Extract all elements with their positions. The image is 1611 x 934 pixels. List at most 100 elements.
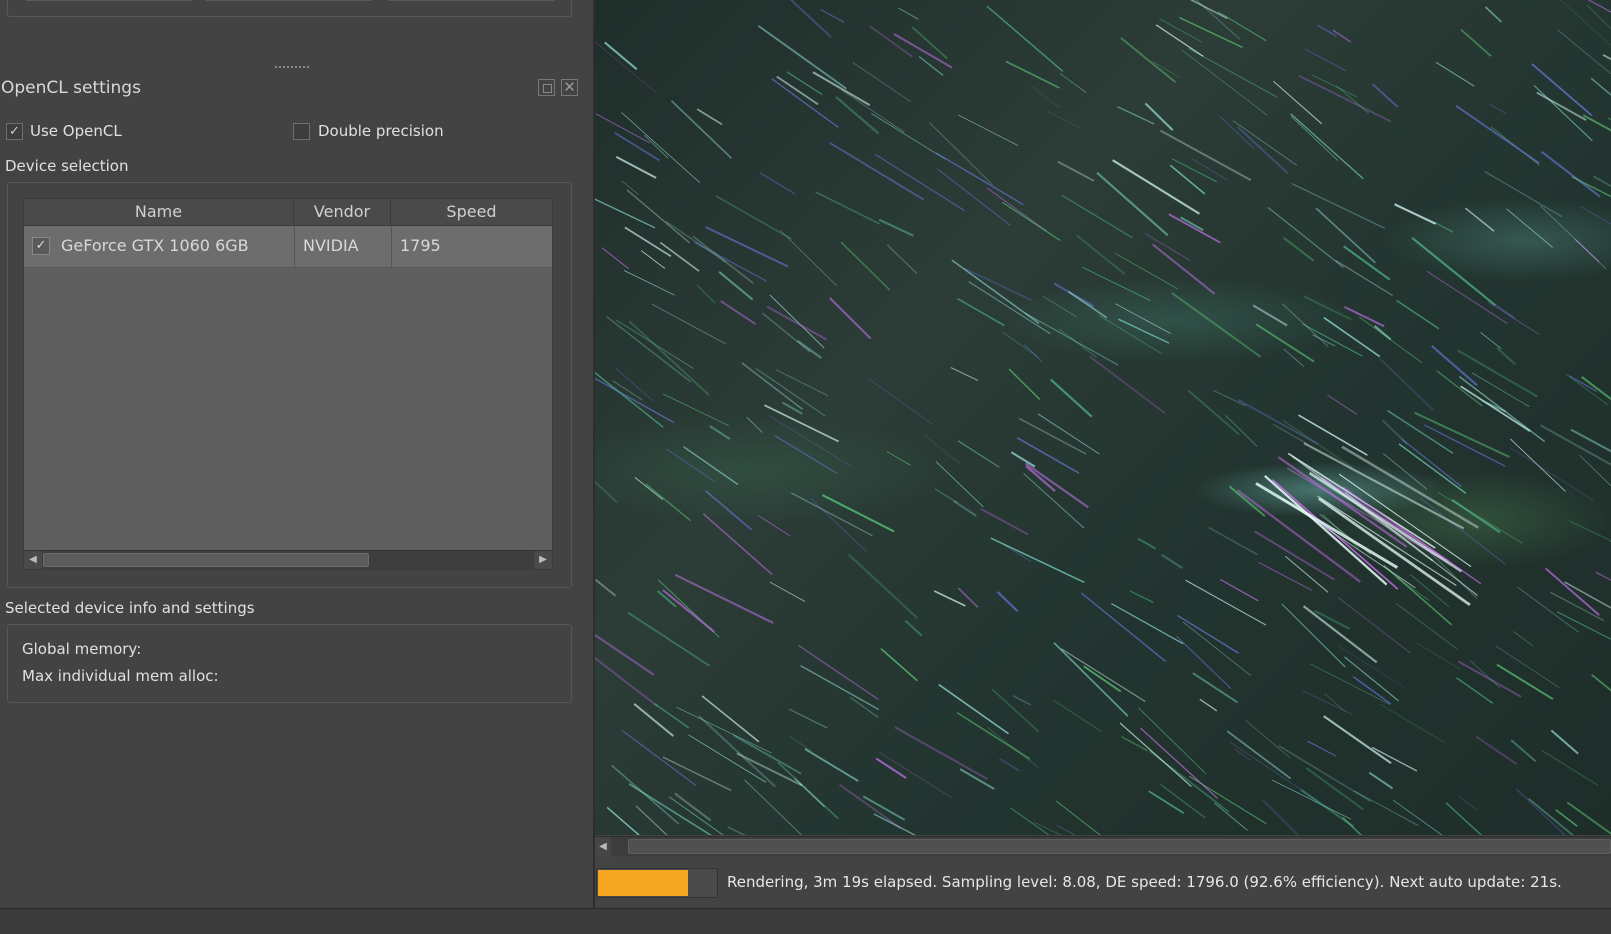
fractal-streak xyxy=(1565,373,1609,406)
fractal-streak xyxy=(701,695,760,743)
fractal-streak xyxy=(1115,253,1178,290)
dock-drag-grip[interactable] xyxy=(275,66,309,71)
fractal-streak xyxy=(1487,301,1540,335)
fractal-streak xyxy=(674,573,774,624)
scroll-thumb[interactable] xyxy=(43,553,369,567)
fractal-streak xyxy=(1025,465,1056,492)
fractal-streak xyxy=(1303,295,1353,321)
fractal-streak xyxy=(628,320,710,396)
scroll-thumb[interactable] xyxy=(628,839,1611,854)
fractal-streak xyxy=(991,688,1040,733)
fractal-streak xyxy=(1148,790,1185,814)
fractal-streak xyxy=(788,708,828,729)
fractal-streak xyxy=(934,488,959,504)
fractal-streak xyxy=(1267,206,1344,268)
fractal-streak xyxy=(1469,660,1501,689)
scroll-left-icon[interactable]: ◀ xyxy=(595,837,611,857)
fractal-streak xyxy=(1460,385,1531,432)
column-header-name[interactable]: Name xyxy=(24,199,294,226)
fractal-streak xyxy=(1228,485,1266,517)
fractal-streak xyxy=(810,498,868,553)
fractal-streak xyxy=(1137,707,1206,774)
table-horizontal-scrollbar[interactable]: ◀ ▶ xyxy=(24,550,552,569)
fractal-streak xyxy=(1550,729,1579,755)
fractal-streak xyxy=(1055,800,1101,835)
render-horizontal-scrollbar[interactable]: ◀ xyxy=(595,836,1611,857)
top-panel-button[interactable] xyxy=(206,0,372,1)
fractal-streak xyxy=(1484,6,1503,23)
fractal-streak xyxy=(1533,84,1593,142)
fractal-streak xyxy=(1591,673,1611,692)
fractal-streak xyxy=(780,230,837,287)
fractal-streak xyxy=(933,590,966,607)
fractal-streak xyxy=(1437,492,1523,544)
scroll-left-icon[interactable]: ◀ xyxy=(24,551,42,569)
fractal-streak xyxy=(755,368,826,417)
fractal-streak xyxy=(1426,270,1508,325)
fractal-streak xyxy=(875,757,907,779)
fractal-streak xyxy=(1261,799,1300,835)
fractal-streak xyxy=(1540,150,1601,198)
fractal-streak xyxy=(622,730,697,786)
column-header-vendor[interactable]: Vendor xyxy=(294,199,391,226)
fractal-streak xyxy=(595,480,618,503)
fractal-streak xyxy=(840,241,891,291)
fractal-streak xyxy=(829,142,925,201)
fractal-streak xyxy=(1593,175,1611,188)
fractal-streak xyxy=(1024,462,1089,509)
fractal-streak xyxy=(1304,48,1347,72)
column-header-speed[interactable]: Speed xyxy=(391,199,552,226)
fractal-streak xyxy=(1560,0,1611,47)
fractal-streak xyxy=(1302,323,1363,357)
scroll-right-icon[interactable]: ▶ xyxy=(534,551,552,569)
fractal-streak xyxy=(659,241,700,272)
top-panel-button[interactable] xyxy=(388,0,554,1)
fractal-streak xyxy=(1033,821,1062,835)
device-enable-checkbox[interactable]: ✓ xyxy=(32,237,50,255)
fractal-streak xyxy=(935,461,984,508)
double-precision-checkbox[interactable] xyxy=(293,123,310,140)
top-panel-button[interactable] xyxy=(26,0,192,1)
fractal-streak xyxy=(1414,411,1510,458)
fractal-streak xyxy=(789,735,812,752)
fractal-streak xyxy=(1117,106,1155,125)
fractal-streak xyxy=(1010,451,1036,468)
fractal-streak xyxy=(796,339,822,359)
fractal-streak xyxy=(880,647,918,682)
fractal-streak xyxy=(1271,779,1352,820)
fractal-streak xyxy=(1371,746,1418,772)
fractal-streak xyxy=(715,195,792,240)
fractal-streak xyxy=(980,507,1029,536)
fractal-streak xyxy=(950,367,979,381)
fractal-streak xyxy=(761,312,811,353)
fractal-streak xyxy=(1181,50,1268,116)
fractal-streak xyxy=(1431,345,1478,387)
float-window-icon[interactable] xyxy=(538,79,555,96)
fractal-ridge xyxy=(1291,455,1434,562)
table-row[interactable]: ✓ GeForce GTX 1060 6GB NVIDIA 1795 xyxy=(24,226,552,268)
fractal-streak xyxy=(1042,295,1077,318)
fractal-streak xyxy=(1058,328,1098,358)
fractal-streak xyxy=(1219,578,1259,602)
fractal-streak xyxy=(838,783,902,829)
fractal-streak xyxy=(986,187,1047,232)
fractal-streak xyxy=(886,244,918,274)
fractal-streak xyxy=(1016,436,1080,474)
fractal-streak xyxy=(1160,553,1183,569)
fractal-streak xyxy=(1379,703,1445,743)
close-icon[interactable]: ✕ xyxy=(561,79,578,96)
use-opencl-label: Use OpenCL xyxy=(30,122,122,140)
fractal-streak xyxy=(1493,303,1516,319)
fractal-streak xyxy=(643,134,669,159)
use-opencl-checkbox[interactable]: ✓ xyxy=(6,123,23,140)
fractal-render-image[interactable] xyxy=(595,0,1611,835)
fractal-streak xyxy=(1005,60,1060,89)
fractal-streak xyxy=(1301,690,1352,715)
fractal-streak xyxy=(771,78,839,128)
fractal-streak xyxy=(1168,213,1221,244)
fractal-streak xyxy=(1510,447,1594,501)
fractal-streak xyxy=(1323,715,1392,765)
fractal-streak xyxy=(1081,266,1151,301)
fractal-streak xyxy=(1199,698,1218,712)
fractal-streak xyxy=(769,294,825,349)
